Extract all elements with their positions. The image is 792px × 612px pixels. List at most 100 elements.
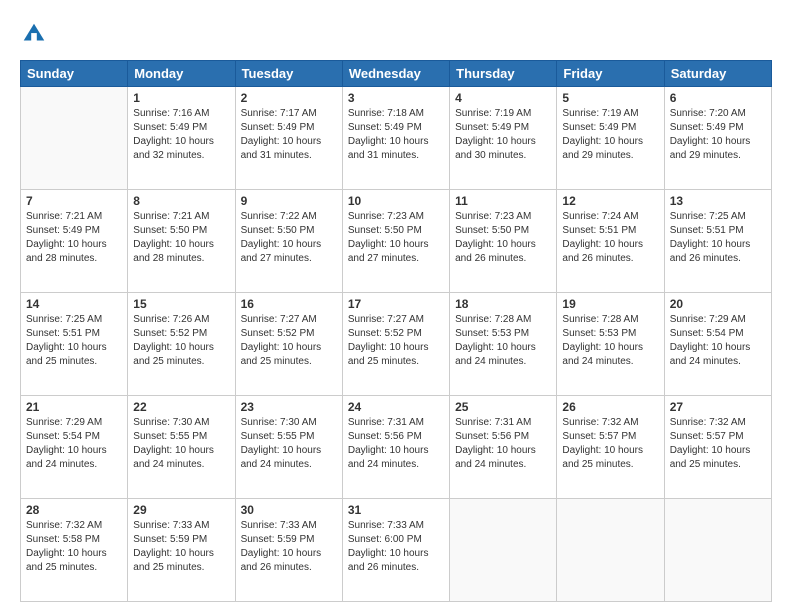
day-info: Sunrise: 7:33 AM Sunset: 5:59 PM Dayligh… [133,519,229,575]
col-header-wednesday: Wednesday [342,61,449,87]
day-cell [557,499,664,602]
day-info: Sunrise: 7:29 AM Sunset: 5:54 PM Dayligh… [26,416,122,472]
day-number: 9 [241,194,337,208]
day-cell: 1 Sunrise: 7:16 AM Sunset: 5:49 PM Daylig… [128,87,235,190]
day-number: 6 [670,91,766,105]
day-number: 17 [348,297,444,311]
day-info: Sunrise: 7:33 AM Sunset: 6:00 PM Dayligh… [348,519,444,575]
day-info: Sunrise: 7:27 AM Sunset: 5:52 PM Dayligh… [348,313,444,369]
day-number: 1 [133,91,229,105]
day-number: 25 [455,400,551,414]
day-number: 15 [133,297,229,311]
col-header-friday: Friday [557,61,664,87]
day-cell: 20 Sunrise: 7:29 AM Sunset: 5:54 PM Dayli… [664,293,771,396]
col-header-tuesday: Tuesday [235,61,342,87]
day-info: Sunrise: 7:31 AM Sunset: 5:56 PM Dayligh… [455,416,551,472]
day-number: 13 [670,194,766,208]
day-info: Sunrise: 7:22 AM Sunset: 5:50 PM Dayligh… [241,210,337,266]
day-cell: 17 Sunrise: 7:27 AM Sunset: 5:52 PM Dayli… [342,293,449,396]
day-number: 18 [455,297,551,311]
day-cell: 22Sunrise: 7:30 AM Sunset: 5:55 PM Dayli… [128,396,235,499]
day-number: 23 [241,400,337,414]
day-info: Sunrise: 7:19 AM Sunset: 5:49 PM Dayligh… [455,107,551,163]
day-info: Sunrise: 7:33 AM Sunset: 5:59 PM Dayligh… [241,519,337,575]
day-info: Sunrise: 7:21 AM Sunset: 5:50 PM Dayligh… [133,210,229,266]
calendar-header-row: SundayMondayTuesdayWednesdayThursdayFrid… [21,61,772,87]
day-info: Sunrise: 7:30 AM Sunset: 5:55 PM Dayligh… [241,416,337,472]
day-cell: 29 Sunrise: 7:33 AM Sunset: 5:59 PM Dayli… [128,499,235,602]
day-cell: 3Sunrise: 7:18 AM Sunset: 5:49 PM Daylig… [342,87,449,190]
day-info: Sunrise: 7:27 AM Sunset: 5:52 PM Dayligh… [241,313,337,369]
day-info: Sunrise: 7:32 AM Sunset: 5:57 PM Dayligh… [562,416,658,472]
day-cell: 4Sunrise: 7:19 AM Sunset: 5:49 PM Daylig… [450,87,557,190]
week-row-5: 28 Sunrise: 7:32 AM Sunset: 5:58 PM Dayli… [21,499,772,602]
col-header-saturday: Saturday [664,61,771,87]
day-cell: 7 Sunrise: 7:21 AM Sunset: 5:49 PM Daylig… [21,190,128,293]
day-cell: 31 Sunrise: 7:33 AM Sunset: 6:00 PM Dayli… [342,499,449,602]
day-info: Sunrise: 7:16 AM Sunset: 5:49 PM Dayligh… [133,107,229,163]
day-number: 22 [133,400,229,414]
logo [20,20,52,48]
day-info: Sunrise: 7:28 AM Sunset: 5:53 PM Dayligh… [455,313,551,369]
day-cell: 27 Sunrise: 7:32 AM Sunset: 5:57 PM Dayli… [664,396,771,499]
day-info: Sunrise: 7:23 AM Sunset: 5:50 PM Dayligh… [455,210,551,266]
day-cell: 28 Sunrise: 7:32 AM Sunset: 5:58 PM Dayli… [21,499,128,602]
week-row-4: 21 Sunrise: 7:29 AM Sunset: 5:54 PM Dayli… [21,396,772,499]
day-number: 31 [348,503,444,517]
day-info: Sunrise: 7:29 AM Sunset: 5:54 PM Dayligh… [670,313,766,369]
page: SundayMondayTuesdayWednesdayThursdayFrid… [0,0,792,612]
day-number: 24 [348,400,444,414]
day-cell: 12Sunrise: 7:24 AM Sunset: 5:51 PM Dayli… [557,190,664,293]
day-info: Sunrise: 7:32 AM Sunset: 5:57 PM Dayligh… [670,416,766,472]
day-number: 5 [562,91,658,105]
day-info: Sunrise: 7:32 AM Sunset: 5:58 PM Dayligh… [26,519,122,575]
day-number: 20 [670,297,766,311]
day-number: 27 [670,400,766,414]
day-cell: 9 Sunrise: 7:22 AM Sunset: 5:50 PM Daylig… [235,190,342,293]
day-cell [450,499,557,602]
day-cell: 26 Sunrise: 7:32 AM Sunset: 5:57 PM Dayli… [557,396,664,499]
day-cell: 16 Sunrise: 7:27 AM Sunset: 5:52 PM Dayli… [235,293,342,396]
day-info: Sunrise: 7:23 AM Sunset: 5:50 PM Dayligh… [348,210,444,266]
day-info: Sunrise: 7:21 AM Sunset: 5:49 PM Dayligh… [26,210,122,266]
day-number: 26 [562,400,658,414]
day-cell: 25 Sunrise: 7:31 AM Sunset: 5:56 PM Dayli… [450,396,557,499]
col-header-sunday: Sunday [21,61,128,87]
day-cell: 11 Sunrise: 7:23 AM Sunset: 5:50 PM Dayli… [450,190,557,293]
col-header-thursday: Thursday [450,61,557,87]
day-info: Sunrise: 7:31 AM Sunset: 5:56 PM Dayligh… [348,416,444,472]
day-cell: 18 Sunrise: 7:28 AM Sunset: 5:53 PM Dayli… [450,293,557,396]
col-header-monday: Monday [128,61,235,87]
day-number: 2 [241,91,337,105]
day-info: Sunrise: 7:19 AM Sunset: 5:49 PM Dayligh… [562,107,658,163]
day-info: Sunrise: 7:28 AM Sunset: 5:53 PM Dayligh… [562,313,658,369]
day-cell [21,87,128,190]
day-number: 28 [26,503,122,517]
day-number: 19 [562,297,658,311]
calendar-table: SundayMondayTuesdayWednesdayThursdayFrid… [20,60,772,602]
day-info: Sunrise: 7:25 AM Sunset: 5:51 PM Dayligh… [670,210,766,266]
day-number: 21 [26,400,122,414]
day-number: 11 [455,194,551,208]
day-cell: 6Sunrise: 7:20 AM Sunset: 5:49 PM Daylig… [664,87,771,190]
day-number: 7 [26,194,122,208]
day-cell [664,499,771,602]
day-info: Sunrise: 7:25 AM Sunset: 5:51 PM Dayligh… [26,313,122,369]
day-number: 30 [241,503,337,517]
header [20,20,772,48]
day-cell: 2 Sunrise: 7:17 AM Sunset: 5:49 PM Daylig… [235,87,342,190]
day-info: Sunrise: 7:24 AM Sunset: 5:51 PM Dayligh… [562,210,658,266]
day-info: Sunrise: 7:17 AM Sunset: 5:49 PM Dayligh… [241,107,337,163]
day-cell: 10Sunrise: 7:23 AM Sunset: 5:50 PM Dayli… [342,190,449,293]
day-cell: 15Sunrise: 7:26 AM Sunset: 5:52 PM Dayli… [128,293,235,396]
day-number: 29 [133,503,229,517]
day-number: 14 [26,297,122,311]
day-cell: 14 Sunrise: 7:25 AM Sunset: 5:51 PM Dayli… [21,293,128,396]
day-cell: 21 Sunrise: 7:29 AM Sunset: 5:54 PM Dayli… [21,396,128,499]
day-number: 8 [133,194,229,208]
day-number: 3 [348,91,444,105]
week-row-2: 7 Sunrise: 7:21 AM Sunset: 5:49 PM Daylig… [21,190,772,293]
day-cell: 5 Sunrise: 7:19 AM Sunset: 5:49 PM Daylig… [557,87,664,190]
day-cell: 8 Sunrise: 7:21 AM Sunset: 5:50 PM Daylig… [128,190,235,293]
day-number: 16 [241,297,337,311]
